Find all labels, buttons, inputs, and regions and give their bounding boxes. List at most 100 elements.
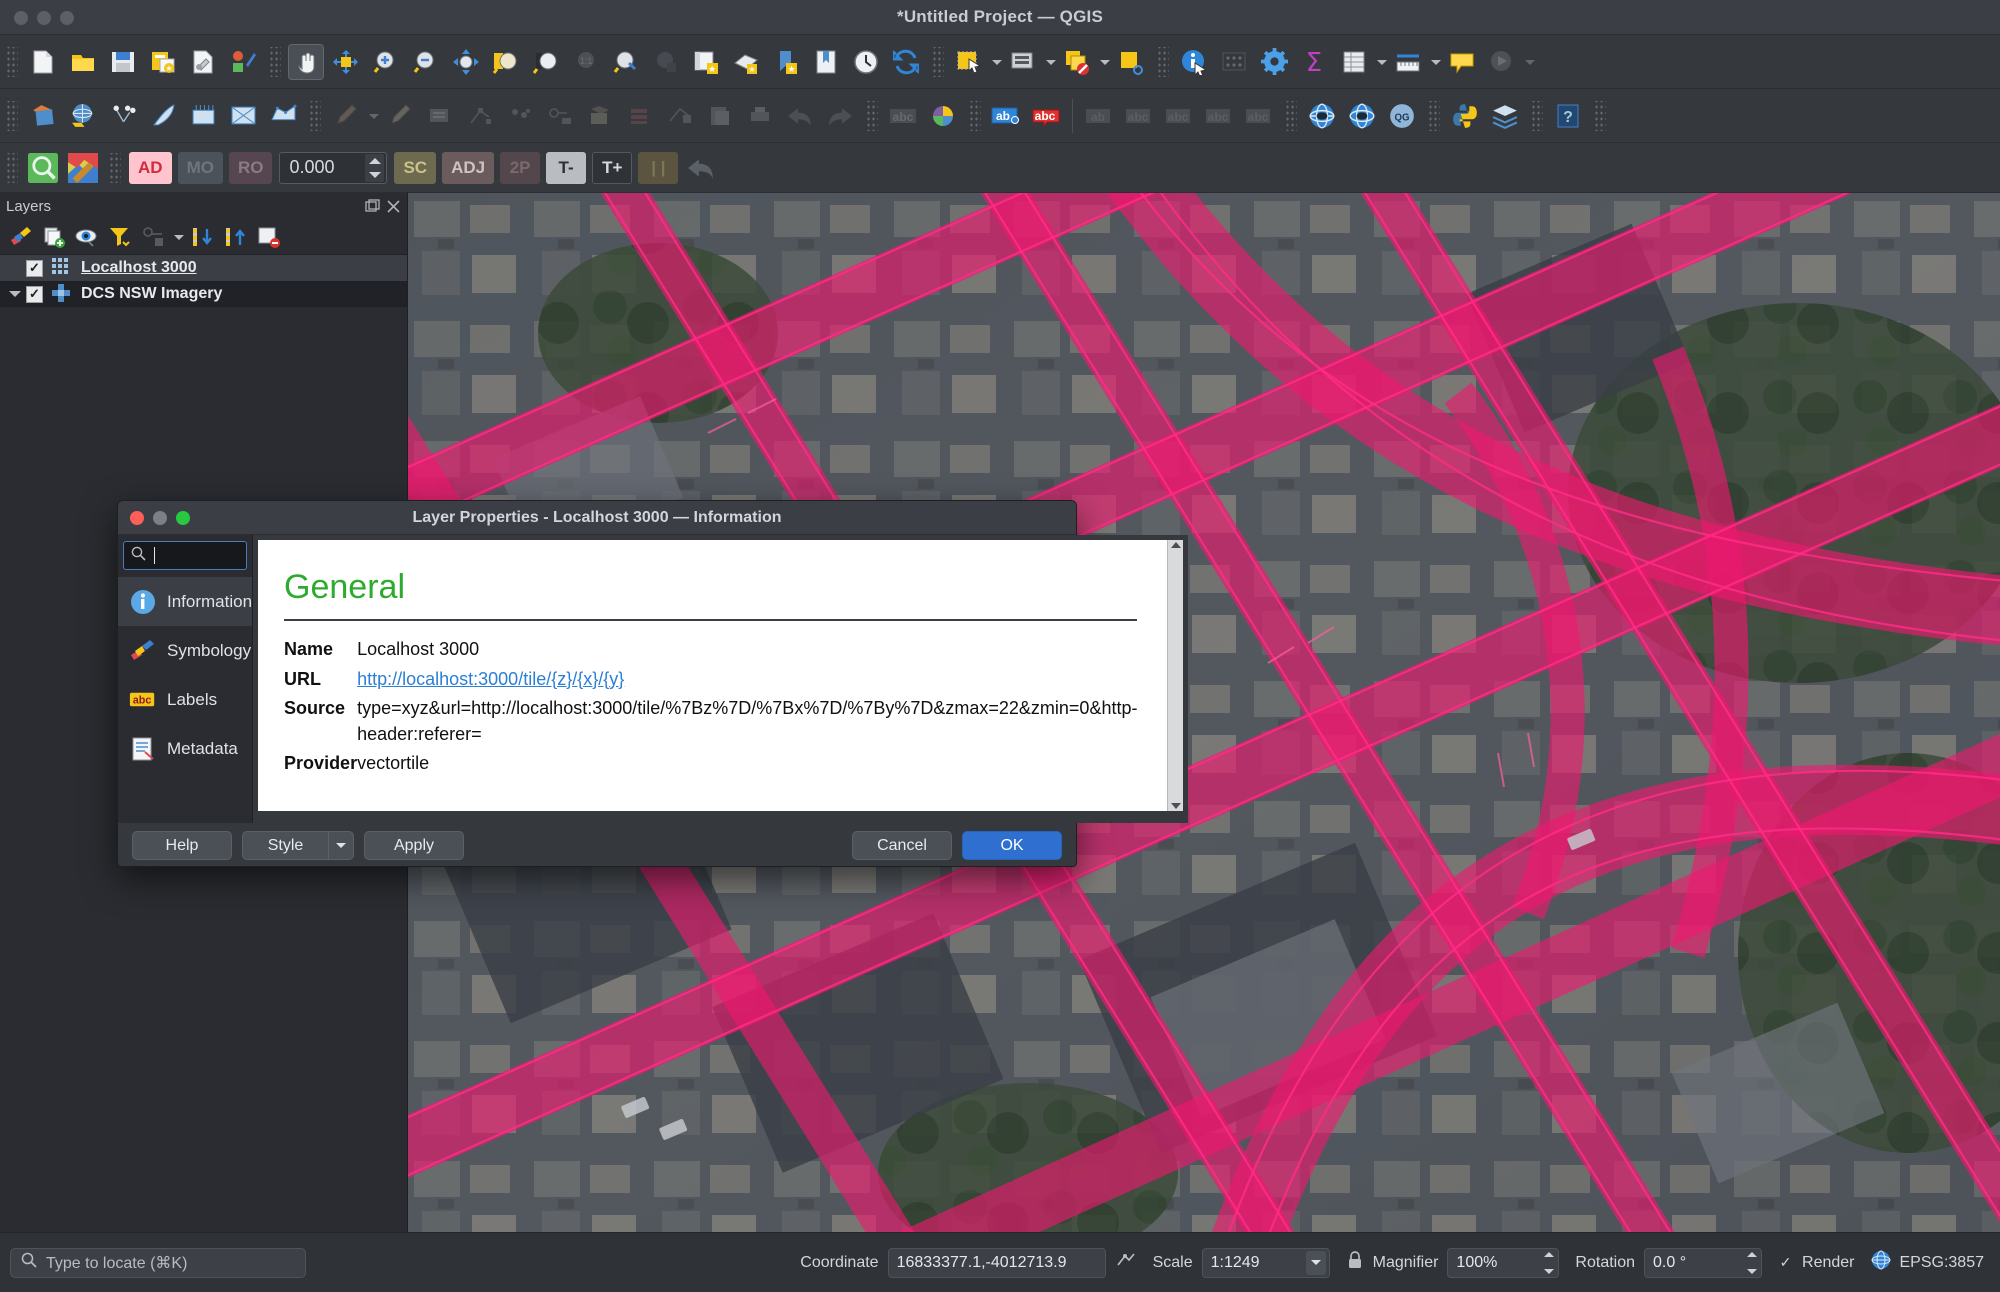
select-by-value-icon[interactable]: [1005, 44, 1041, 80]
attribute-table-dropdown[interactable]: [1374, 44, 1388, 80]
toggle-editing-dropdown[interactable]: [366, 98, 380, 134]
undo-icon[interactable]: [782, 98, 818, 134]
zoom-to-selection-icon[interactable]: [488, 44, 524, 80]
cad-move-button[interactable]: MO: [177, 151, 223, 184]
layer-row[interactable]: ✓ Localhost 3000: [0, 255, 407, 281]
add-virtual-layer-icon[interactable]: [145, 98, 181, 134]
cancel-button[interactable]: Cancel: [852, 831, 952, 860]
plugins-icon[interactable]: [1487, 98, 1523, 134]
locator-search-input[interactable]: Type to locate (⌘K): [10, 1247, 306, 1278]
show-hide-labels-icon[interactable]: ab: [1081, 98, 1117, 134]
toolbar-grip[interactable]: [5, 100, 18, 131]
cad-snap-construction-button[interactable]: SC: [394, 151, 437, 184]
scroll-down-arrow[interactable]: [1170, 803, 1181, 809]
style-button[interactable]: Style: [242, 831, 328, 860]
label-properties-icon[interactable]: abc: [1241, 98, 1277, 134]
layer-expand-arrow[interactable]: [4, 291, 26, 297]
save-project-as-icon[interactable]: ★: [145, 44, 181, 80]
dialog-minimize-button[interactable]: [153, 510, 167, 525]
style-dropdown-arrow[interactable]: [328, 831, 354, 860]
cad-construction-mode-button[interactable]: AD: [129, 151, 172, 184]
magnifier-spin[interactable]: 100%: [1447, 1247, 1560, 1278]
save-layer-edits-icon[interactable]: [382, 98, 418, 134]
dialog-search-input[interactable]: [123, 541, 248, 570]
dialog-traffic-lights[interactable]: [130, 510, 190, 525]
toolbar-grip[interactable]: [268, 46, 281, 77]
pan-map-icon[interactable]: [288, 43, 324, 80]
dialog-sidebar-item-information[interactable]: Information: [118, 577, 253, 626]
new-project-icon[interactable]: [25, 44, 61, 80]
measure-dropdown[interactable]: [1428, 44, 1442, 80]
select-features-icon[interactable]: [951, 44, 987, 80]
filter-legend-dropdown[interactable]: [171, 219, 185, 255]
toolbar-grip[interactable]: [5, 46, 18, 77]
window-maximize-button[interactable]: [60, 11, 74, 25]
metasearch-icon[interactable]: [1304, 98, 1340, 134]
open-project-icon[interactable]: [65, 44, 101, 80]
zoom-to-layer-icon[interactable]: [528, 44, 564, 80]
filter-legend-expression-icon[interactable]: [138, 222, 168, 252]
data-source-manager-icon[interactable]: [25, 98, 61, 134]
move-label-icon[interactable]: abc: [1121, 98, 1157, 134]
rotate-label-icon[interactable]: abc: [1161, 98, 1197, 134]
render-checkbox[interactable]: ✓: [1778, 1254, 1793, 1270]
layer-visibility-checkbox[interactable]: ✓: [26, 285, 43, 303]
options-gear-icon[interactable]: [1256, 44, 1292, 80]
run-model-dropdown[interactable]: [1522, 44, 1536, 80]
rotation-stepper[interactable]: [1747, 1251, 1758, 1274]
help-icon[interactable]: ?: [1550, 98, 1586, 134]
toolbar-grip[interactable]: [1427, 100, 1440, 131]
zoom-green-icon[interactable]: [25, 150, 61, 186]
lock-icon[interactable]: [1346, 1250, 1364, 1275]
layers-panel-close-button[interactable]: [386, 199, 401, 214]
cad-undo-arrow-icon[interactable]: [683, 150, 719, 186]
chevron-down-icon[interactable]: [1305, 1250, 1326, 1275]
toolbar-grip[interactable]: [108, 152, 121, 183]
coordinate-value[interactable]: 16833377.1,-4012713.9: [887, 1247, 1106, 1278]
redo-icon[interactable]: [822, 98, 858, 134]
cad-two-point-button[interactable]: 2P: [500, 151, 541, 184]
toolbar-grip[interactable]: [1156, 46, 1169, 77]
rotation-spin[interactable]: 0.0 °: [1644, 1247, 1763, 1278]
refresh-icon[interactable]: [888, 44, 924, 80]
layer-diagram-icon[interactable]: [925, 98, 961, 134]
print-layout-icon[interactable]: [742, 98, 778, 134]
toggle-editing-icon[interactable]: [328, 98, 364, 134]
measure-line-icon[interactable]: [1390, 44, 1426, 80]
manage-map-themes-icon[interactable]: [72, 222, 102, 252]
measure-grid-icon[interactable]: [1216, 44, 1252, 80]
layer-url-link[interactable]: http://localhost:3000/tile/{z}/{x}/{y}: [357, 669, 624, 689]
open-layer-styling-icon[interactable]: [6, 222, 36, 252]
select-features-dropdown[interactable]: [989, 44, 1003, 80]
cut-features-icon[interactable]: [622, 98, 658, 134]
toolbar-grip[interactable]: [1530, 100, 1543, 131]
dialog-content-scrollbar[interactable]: [1167, 540, 1184, 811]
zoom-in-icon[interactable]: [368, 44, 404, 80]
identify-features-icon[interactable]: [1176, 44, 1212, 80]
layer-row[interactable]: ✓ DCS NSW Imagery: [0, 281, 407, 307]
zoom-full-icon[interactable]: [448, 44, 484, 80]
window-close-button[interactable]: [14, 11, 28, 25]
help-button[interactable]: Help: [132, 831, 232, 860]
deselect-features-icon[interactable]: [1059, 44, 1095, 80]
dialog-sidebar-item-symbology[interactable]: Symbology: [118, 626, 252, 675]
cad-parallel-button[interactable]: | |: [638, 151, 679, 184]
label-toggle-icon[interactable]: abc: [885, 98, 921, 134]
cad-rotate-button[interactable]: RO: [228, 151, 273, 184]
cad-angle-stepper[interactable]: [365, 153, 385, 182]
expand-all-icon[interactable]: [188, 222, 218, 252]
window-traffic-lights[interactable]: [14, 11, 74, 25]
toolbar-grip[interactable]: [1284, 100, 1297, 131]
toolbar-grip[interactable]: [968, 100, 981, 131]
zoom-out-icon[interactable]: [408, 44, 444, 80]
vertex-tool-icon[interactable]: [502, 98, 538, 134]
dialog-sidebar-item-metadata[interactable]: Metadata: [118, 724, 252, 773]
zoom-native-resolution-icon[interactable]: 1:1: [568, 44, 604, 80]
new-3d-map-view-icon[interactable]: ★: [728, 44, 764, 80]
change-label-icon[interactable]: abc: [1201, 98, 1237, 134]
toolbar-grip[interactable]: [5, 152, 18, 183]
add-feature-icon[interactable]: [462, 98, 498, 134]
style-button-group[interactable]: Style: [242, 831, 354, 860]
select-all-icon[interactable]: [1113, 44, 1149, 80]
pin-labels-icon[interactable]: abc: [1028, 98, 1064, 134]
